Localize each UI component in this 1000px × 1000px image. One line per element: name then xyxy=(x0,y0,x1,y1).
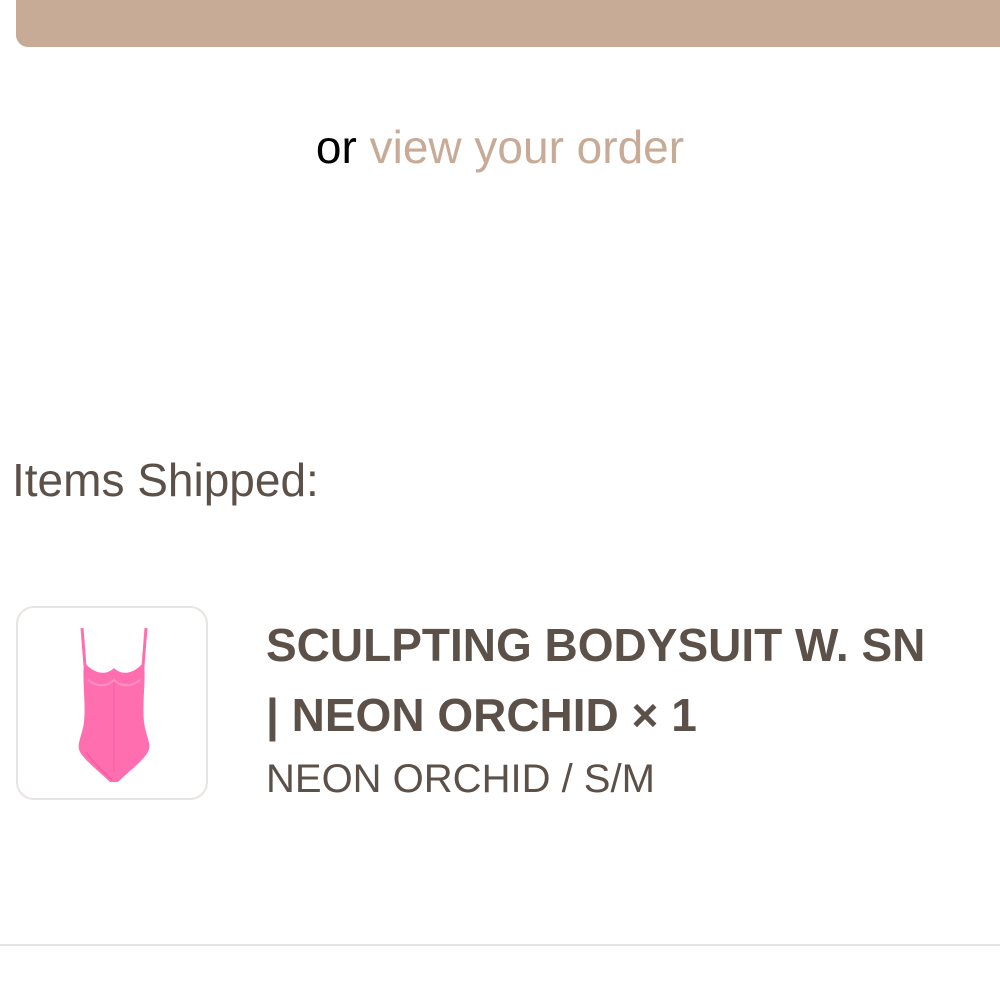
order-shipped-page: or view your order Items Shipped: SCULPT… xyxy=(0,0,1000,1000)
product-thumbnail xyxy=(16,606,208,800)
or-text: or xyxy=(315,121,357,173)
item-title-line2: | NEON ORCHID × 1 xyxy=(266,689,697,741)
bodysuit-image xyxy=(78,627,150,782)
item-title: SCULPTING BODYSUIT W. SN | NEON ORCHID ×… xyxy=(266,610,1000,750)
view-order-line: or view your order xyxy=(0,117,1000,177)
item-variant: NEON ORCHID / S/M xyxy=(266,757,655,801)
item-title-line1: SCULPTING BODYSUIT W. SN xyxy=(266,619,926,671)
section-divider xyxy=(0,944,1000,946)
view-order-link[interactable]: view your order xyxy=(370,121,684,173)
primary-action-button[interactable] xyxy=(16,0,1000,47)
shipped-item: SCULPTING BODYSUIT W. SN | NEON ORCHID ×… xyxy=(16,606,1000,806)
items-shipped-heading: Items Shipped: xyxy=(12,454,319,506)
